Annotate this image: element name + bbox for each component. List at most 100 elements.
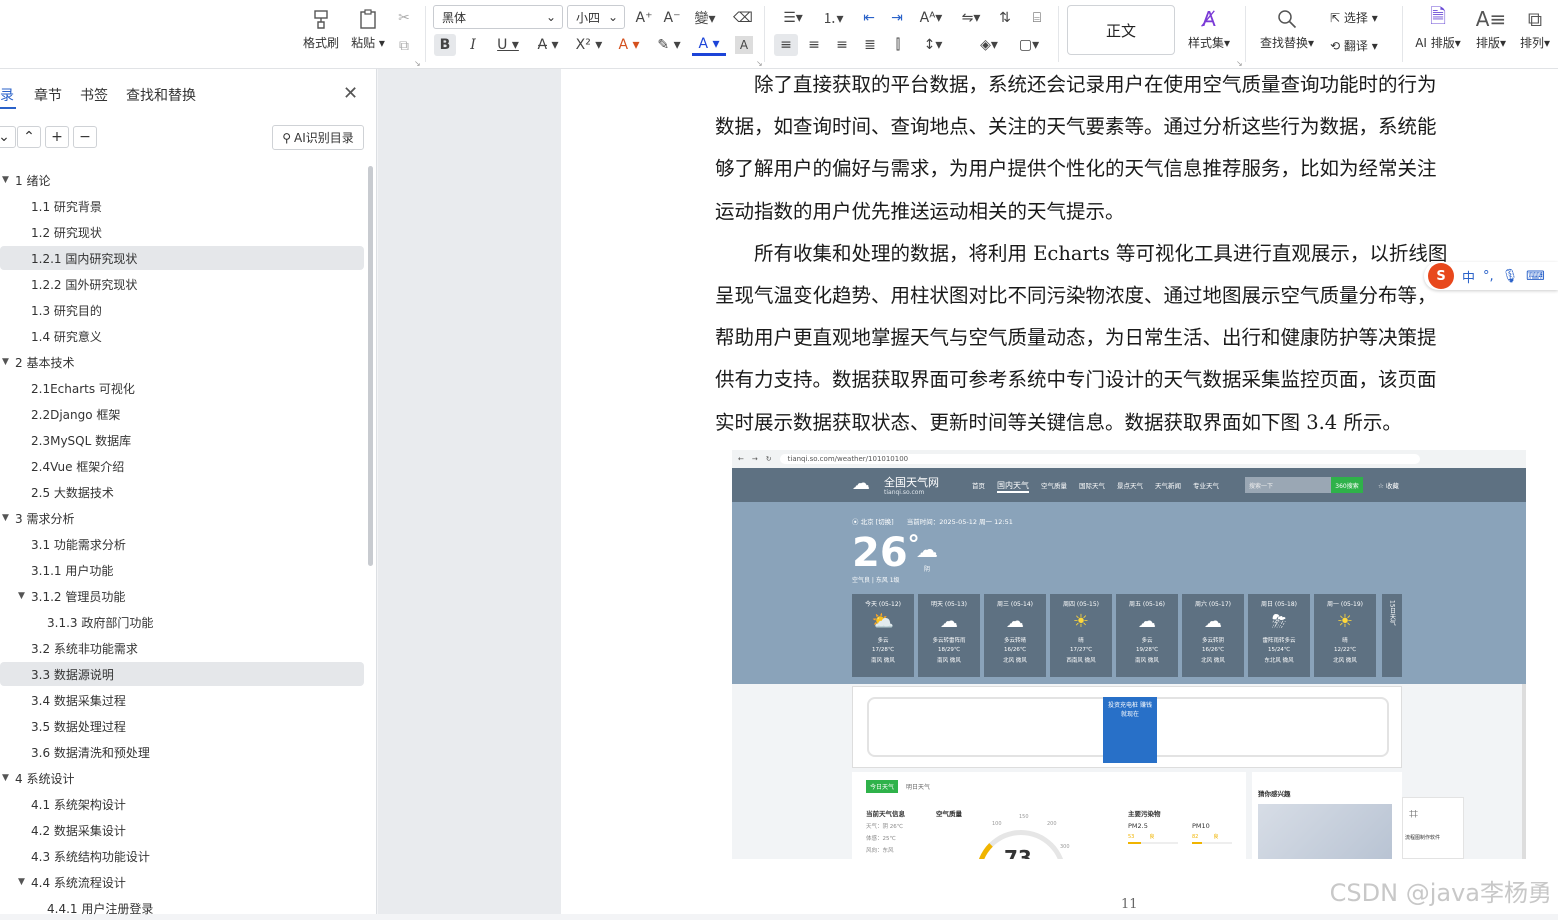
toc-item[interactable]: ▼4 系统设计	[0, 766, 364, 790]
highlight-button[interactable]: ✎ ▾	[652, 34, 686, 56]
format-painter-button[interactable]: 格式刷	[296, 4, 346, 60]
forecast-wind: 北风 微风	[1003, 656, 1027, 664]
forecast-condition: 多云	[1141, 636, 1152, 644]
toc-item[interactable]: 3.1.3 政府部门功能	[0, 610, 364, 634]
expand-triangle-icon[interactable]: ▼	[2, 175, 9, 185]
toc-item[interactable]: 3.1.1 用户功能	[0, 558, 364, 582]
toc-item[interactable]: 4.1 系统架构设计	[0, 792, 364, 816]
ai-toc-button[interactable]: ⚲AI识别目录	[272, 125, 364, 150]
toc-item[interactable]: 3.2 系统非功能需求	[0, 636, 364, 660]
tab-bookmarks[interactable]: 书签	[80, 85, 108, 105]
style-normal-button[interactable]: 正文	[1067, 5, 1175, 55]
toc-item[interactable]: 1.2.2 国外研究现状	[0, 272, 364, 296]
text-effect-button[interactable]: A ▾	[612, 34, 646, 56]
cut-icon[interactable]: ✂	[394, 8, 414, 28]
strikethrough-button[interactable]: A̶ ▾	[532, 34, 564, 56]
toc-item[interactable]: 2.5 大数据技术	[0, 480, 364, 504]
toc-item[interactable]: 1.2.1 国内研究现状	[0, 246, 364, 270]
toc-item[interactable]: 3.5 数据处理过程	[0, 714, 364, 738]
numbered-list-icon[interactable]: ⒈▾	[816, 8, 850, 28]
outdent-icon[interactable]: ⇤	[858, 8, 880, 28]
grow-font-icon[interactable]: A⁺	[633, 8, 655, 28]
toc-item[interactable]: 3.4 数据采集过程	[0, 688, 364, 712]
toc-item[interactable]: 2.3MySQL 数据库	[0, 428, 364, 452]
toc-item[interactable]: ▼3.1.2 管理员功能	[0, 584, 364, 608]
toc-item[interactable]: 4.3 系统结构功能设计	[0, 844, 364, 868]
add-heading-button[interactable]: +	[45, 126, 69, 148]
paragraph-spacing-button[interactable]: ↕▾	[916, 34, 950, 56]
toc-item[interactable]: 3.1 功能需求分析	[0, 532, 364, 556]
expand-triangle-icon[interactable]: ▼	[2, 513, 9, 523]
toc-item[interactable]: 1.2 研究现状	[0, 220, 364, 244]
expand-triangle-icon[interactable]: ▼	[18, 877, 25, 887]
keyboard-icon[interactable]: ⌨	[1526, 269, 1545, 284]
toc-item[interactable]: 1.4 研究意义	[0, 324, 364, 348]
shrink-font-icon[interactable]: A⁻	[661, 8, 683, 28]
ime-language[interactable]: 中	[1462, 267, 1475, 286]
select-button[interactable]: ⇱ 选择 ▾	[1330, 9, 1378, 26]
font-name-select[interactable]: 黑体⌄	[433, 5, 563, 29]
toc-item[interactable]: ▼ 1 绪论	[0, 168, 364, 192]
dialog-launcher-icon[interactable]: ↘	[414, 59, 421, 68]
close-icon[interactable]: ✕	[343, 83, 358, 104]
toc-item[interactable]: 4.4.1 用户注册登录	[0, 896, 364, 920]
ai-layout-button[interactable]: 🗎 AI 排版▾	[1410, 4, 1466, 60]
paste-button[interactable]: 粘贴 ▾	[343, 4, 393, 60]
find-replace-button[interactable]: 查找替换▾	[1256, 4, 1318, 60]
style-set-button[interactable]: A̸ 样式集▾	[1182, 4, 1236, 60]
toc-item[interactable]: 4.2 数据采集设计	[0, 818, 364, 842]
tab-find-replace[interactable]: 查找和替换	[126, 85, 196, 105]
remove-heading-button[interactable]: −	[73, 126, 97, 148]
shading-button[interactable]: ◈▾	[972, 34, 1006, 56]
tab-chapters[interactable]: 章节	[34, 85, 62, 105]
layout-button[interactable]: A≡ 排版▾	[1470, 4, 1512, 60]
sort-icon[interactable]: ⇅	[994, 8, 1016, 28]
toc-item[interactable]: 1.3 研究目的	[0, 298, 364, 322]
align-left-button[interactable]: ≡	[774, 34, 798, 56]
font-color-button[interactable]: A ▾	[692, 34, 726, 56]
tab-toc[interactable]: 目录	[0, 85, 14, 105]
toc-item[interactable]: 1.1 研究背景	[0, 194, 364, 218]
expand-triangle-icon[interactable]: ▼	[18, 591, 25, 601]
char-shading-button[interactable]: A	[735, 36, 753, 54]
toc-item[interactable]: ▼4.4 系统流程设计	[0, 870, 364, 894]
justify-button[interactable]: ≣	[858, 34, 882, 56]
toc-item[interactable]: 3.3 数据源说明	[0, 662, 364, 686]
nav-scrollbar[interactable]	[368, 166, 373, 566]
eraser-icon[interactable]: ⌫	[732, 8, 754, 28]
bold-button[interactable]: B	[434, 34, 456, 56]
border-button[interactable]: ▢▾	[1012, 34, 1046, 56]
align-right-button[interactable]: ≡	[830, 34, 854, 56]
copy-icon[interactable]: ⧉	[394, 36, 414, 56]
collapse-all-button[interactable]: ⌄	[0, 126, 16, 148]
superscript-button[interactable]: X² ▾	[572, 34, 606, 56]
indent-icon[interactable]: ⇥	[886, 8, 908, 28]
toc-item[interactable]: 2.4Vue 框架介绍	[0, 454, 364, 478]
align-center-button[interactable]: ≡	[802, 34, 826, 56]
toc-item[interactable]: ▼2 基本技术	[0, 350, 364, 374]
underline-button[interactable]: U ▾	[492, 34, 524, 56]
toc-item[interactable]: ▼3 需求分析	[0, 506, 364, 530]
forecast-card: 周六 (05-17)☁多云转阴16/26℃北风 微风	[1182, 594, 1244, 677]
toc-item[interactable]: 2.1Echarts 可视化	[0, 376, 364, 400]
phonetic-icon[interactable]: 變▾	[690, 8, 720, 28]
ime-toolbar[interactable]: S 中 °, 🎙 ⌨	[1424, 262, 1558, 290]
toc-item-label: 1 绪论	[15, 172, 50, 189]
show-marks-icon[interactable]: ⌸	[1024, 8, 1050, 28]
punctuation-icon[interactable]: °,	[1483, 269, 1494, 284]
collapse-icon[interactable]: ⌃	[17, 126, 41, 148]
line-spacing-icon[interactable]: ⇋▾	[956, 8, 986, 28]
toc-item[interactable]: 3.6 数据清洗和预处理	[0, 740, 364, 764]
italic-button[interactable]: I	[462, 34, 484, 56]
distribute-button[interactable]: ⫿	[886, 34, 910, 56]
translate-button[interactable]: ⟲ 翻译 ▾	[1330, 37, 1378, 54]
toc-item-label: 3.5 数据处理过程	[31, 718, 126, 735]
bullet-list-icon[interactable]: ☰▾	[776, 8, 810, 28]
change-case-icon[interactable]: Aᴬ▾	[914, 8, 948, 28]
microphone-icon[interactable]: 🎙	[1502, 269, 1519, 284]
expand-triangle-icon[interactable]: ▼	[2, 773, 9, 783]
expand-triangle-icon[interactable]: ▼	[2, 357, 9, 367]
font-size-select[interactable]: 小四⌄	[567, 5, 625, 29]
toc-item[interactable]: 2.2Django 框架	[0, 402, 364, 426]
arrange-button[interactable]: ⧉ 排列▾	[1514, 4, 1556, 60]
